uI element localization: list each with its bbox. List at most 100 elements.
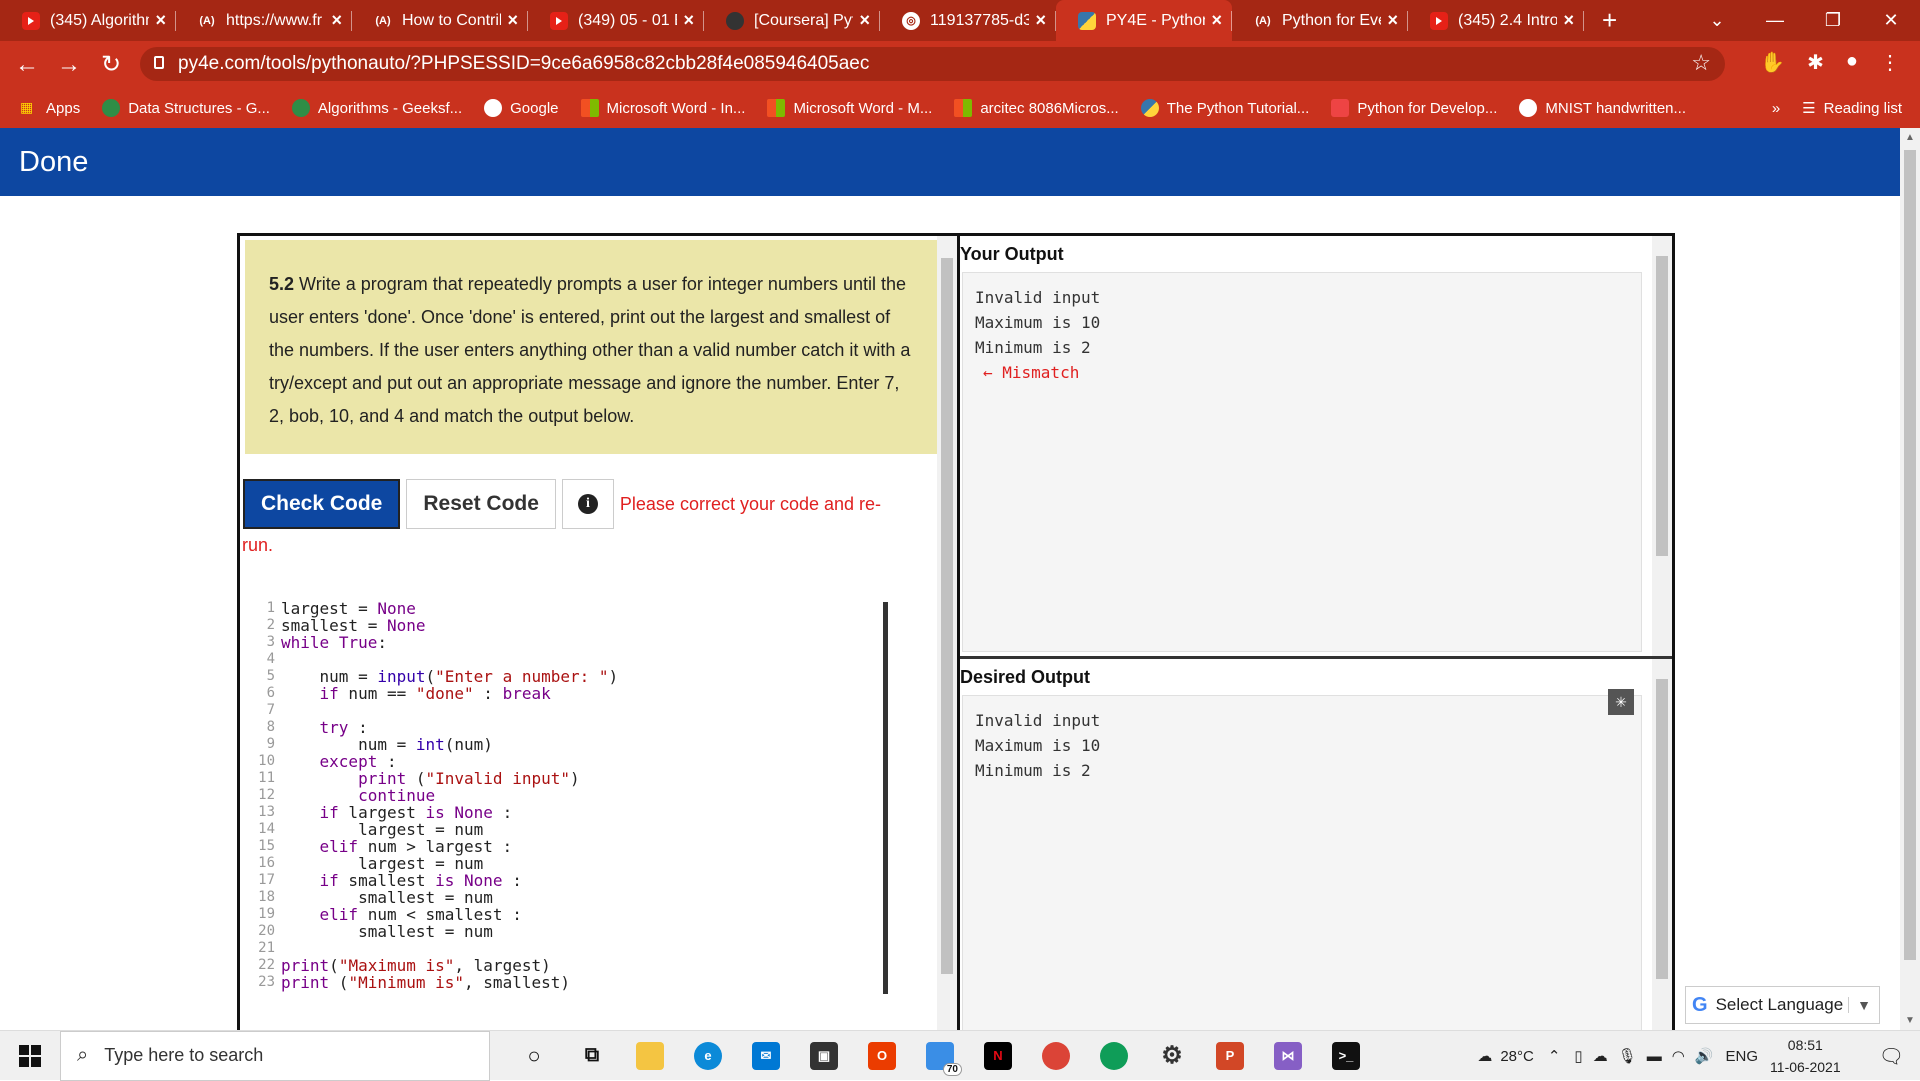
profile-avatar-icon[interactable]: ● — [1846, 50, 1858, 75]
chevron-more-icon[interactable]: » — [1772, 100, 1780, 117]
volume-icon[interactable]: 🔊 — [1695, 1047, 1714, 1065]
reset-code-button[interactable]: Reset Code — [406, 479, 556, 529]
code-editor[interactable]: 1 2 3 4 5 6 7 8 9 10 11 12 13 14 15 16 17 18 19 20 21 22 23 la… — [243, 596, 903, 1033]
battery-icon[interactable]: ▬ — [1647, 1048, 1662, 1065]
back-arrow-icon[interactable]: ← — [12, 51, 42, 79]
dropdown-arrow-icon[interactable]: ▼ — [1848, 997, 1871, 1013]
close-icon[interactable]: × — [1563, 10, 1574, 31]
mail-icon[interactable]: ✉ — [752, 1041, 780, 1070]
page-scrollbar[interactable]: ▲ ▼ — [1900, 128, 1920, 1030]
close-icon[interactable]: × — [1035, 10, 1046, 31]
close-icon[interactable]: × — [155, 10, 166, 31]
task-view-icon[interactable]: ⧉ — [578, 1042, 606, 1070]
done-title[interactable]: Done — [19, 146, 88, 178]
reload-icon[interactable]: ↻ — [96, 50, 126, 79]
tab-5[interactable]: [Coursera] Pyt × — [704, 0, 880, 41]
desired-scroll-thumb[interactable] — [1656, 679, 1668, 979]
reading-list[interactable]: » ☰ Reading list — [1772, 88, 1902, 128]
settings-gear-icon[interactable]: ⚙ — [1158, 1042, 1186, 1070]
chrome-icon[interactable] — [1042, 1041, 1070, 1070]
restore-icon[interactable]: ❐ — [1804, 10, 1862, 31]
close-icon[interactable]: × — [683, 10, 694, 31]
onedrive-cloud-icon[interactable]: ☁ — [1593, 1047, 1608, 1065]
your-output-scrollbar[interactable] — [1652, 236, 1672, 656]
forward-arrow-icon[interactable]: → — [54, 51, 84, 79]
minimize-icon[interactable]: — — [1746, 10, 1804, 31]
close-icon[interactable]: × — [859, 10, 870, 31]
editor-scroll-thumb[interactable] — [883, 602, 888, 994]
bookmark-star-icon[interactable]: ☆ — [1691, 50, 1711, 76]
cortana-circle-icon[interactable]: ○ — [520, 1042, 548, 1070]
terminal-icon[interactable]: >_ — [1332, 1041, 1360, 1070]
tab-6[interactable]: ◎ 119137785-d3 × — [880, 0, 1056, 41]
line-numbers: 1 2 3 4 5 6 7 8 9 10 11 12 13 14 15 16 17 18 19 20 21 22 23 — [258, 600, 275, 990]
tab-7-active[interactable]: PY4E - Python × — [1056, 0, 1232, 41]
language-indicator[interactable]: ENG — [1726, 1048, 1759, 1065]
clock[interactable]: 08:51 11-06-2021 — [1770, 1034, 1841, 1078]
taskbar-search-box[interactable]: ⌕ Type here to search — [60, 1030, 490, 1081]
close-window-icon[interactable]: ✕ — [1862, 10, 1920, 31]
tab-4[interactable]: (349) 05 - 01 E × — [528, 0, 704, 41]
edge-icon[interactable]: e — [694, 1041, 722, 1070]
extension-hand-icon[interactable]: ✋ — [1760, 50, 1785, 75]
google-translate-select[interactable]: G Select Language ▼ — [1685, 986, 1880, 1024]
tab-search-icon[interactable]: ⌄ — [1688, 10, 1746, 31]
bookmark-python-developers[interactable]: Python for Develop... — [1331, 99, 1497, 117]
bookmark-data-structures[interactable]: Data Structures - G... — [102, 99, 270, 117]
bookmark-word-1[interactable]: Microsoft Word - In... — [580, 99, 745, 117]
left-pane-scrollbar[interactable] — [937, 236, 957, 1033]
menu-dots-icon[interactable]: ⋮ — [1880, 50, 1900, 75]
bookmark-python-tutorial[interactable]: The Python Tutorial... — [1140, 99, 1309, 117]
tab-9[interactable]: (345) 2.4 Intro × — [1408, 0, 1584, 41]
expand-image-icon[interactable]: ✳ — [1608, 689, 1634, 715]
browser-tab-bar: (345) Algorithm × (A) https://www.fr × (A) H… — [0, 0, 1920, 41]
close-icon[interactable]: × — [331, 10, 342, 31]
microphone-icon[interactable]: 🎙 — [1618, 1047, 1637, 1065]
close-icon[interactable]: × — [1387, 10, 1398, 31]
bookmark-apps[interactable]: ▦ Apps — [20, 99, 80, 117]
check-code-button[interactable]: Check Code — [243, 479, 401, 529]
chrome-profile-icon[interactable] — [1100, 1041, 1128, 1070]
output-scroll-thumb[interactable] — [1656, 256, 1668, 556]
microsoft-icon — [954, 99, 973, 117]
weather-icon[interactable]: ☁ — [1477, 1047, 1492, 1065]
google-g-icon: G — [1692, 993, 1708, 1016]
visual-studio-icon[interactable]: ⋈ — [1274, 1041, 1302, 1070]
powerpoint-icon[interactable]: P — [1216, 1041, 1244, 1070]
tab-3[interactable]: (A) How to Contrib × — [352, 0, 528, 41]
close-icon[interactable]: × — [507, 10, 518, 31]
left-scroll-thumb[interactable] — [941, 258, 953, 974]
code-text[interactable]: largest = None smallest = None while Tru… — [281, 600, 618, 991]
tab-2[interactable]: (A) https://www.fr × — [176, 0, 352, 41]
extensions-puzzle-icon[interactable]: ✱ — [1807, 50, 1824, 75]
file-explorer-icon[interactable] — [636, 1041, 664, 1070]
tab-1[interactable]: (345) Algorithm × — [0, 0, 176, 41]
editor-scrollbar[interactable] — [881, 596, 899, 996]
bookmark-google[interactable]: Google — [484, 99, 559, 117]
chevron-up-icon[interactable]: ⌃ — [1548, 1047, 1561, 1065]
bookmark-word-2[interactable]: Microsoft Word - M... — [767, 99, 932, 117]
close-icon[interactable]: × — [1211, 10, 1222, 31]
notification-center-icon[interactable]: 🗨 — [1879, 1044, 1904, 1069]
temperature[interactable]: 28°C — [1500, 1048, 1534, 1065]
calendar-icon[interactable]: 70 — [926, 1041, 962, 1076]
new-tab-plus-icon[interactable]: + — [1602, 5, 1617, 36]
bookmark-mnist[interactable]: MNIST handwritten... — [1519, 99, 1686, 117]
wifi-icon[interactable]: ◠ — [1672, 1047, 1685, 1065]
bookmark-algorithms[interactable]: Algorithms - Geeksf... — [291, 99, 462, 117]
office-icon[interactable]: O — [868, 1041, 896, 1070]
mismatch-marker: ← Mismatch — [983, 363, 1080, 382]
tab-8[interactable]: (A) Python for Eve × — [1232, 0, 1408, 41]
desired-output-scrollbar[interactable] — [1652, 659, 1672, 1033]
info-button[interactable]: i — [561, 479, 614, 529]
netflix-icon[interactable]: N — [984, 1041, 1012, 1070]
scroll-down-icon[interactable]: ▼ — [1905, 1015, 1915, 1026]
device-icon[interactable]: ▯ — [1574, 1047, 1582, 1065]
scroll-up-icon[interactable]: ▲ — [1905, 132, 1915, 143]
scrollbar-thumb[interactable] — [1904, 150, 1916, 960]
url-bar[interactable]: py4e.com/tools/pythonauto/?PHPSESSID=9ce… — [140, 47, 1725, 81]
store-icon[interactable]: ▣ — [810, 1041, 838, 1070]
bookmark-arcitec[interactable]: arcitec 8086Micros... — [954, 99, 1119, 117]
lock-icon[interactable] — [154, 56, 164, 69]
windows-start-icon[interactable] — [0, 1044, 60, 1067]
